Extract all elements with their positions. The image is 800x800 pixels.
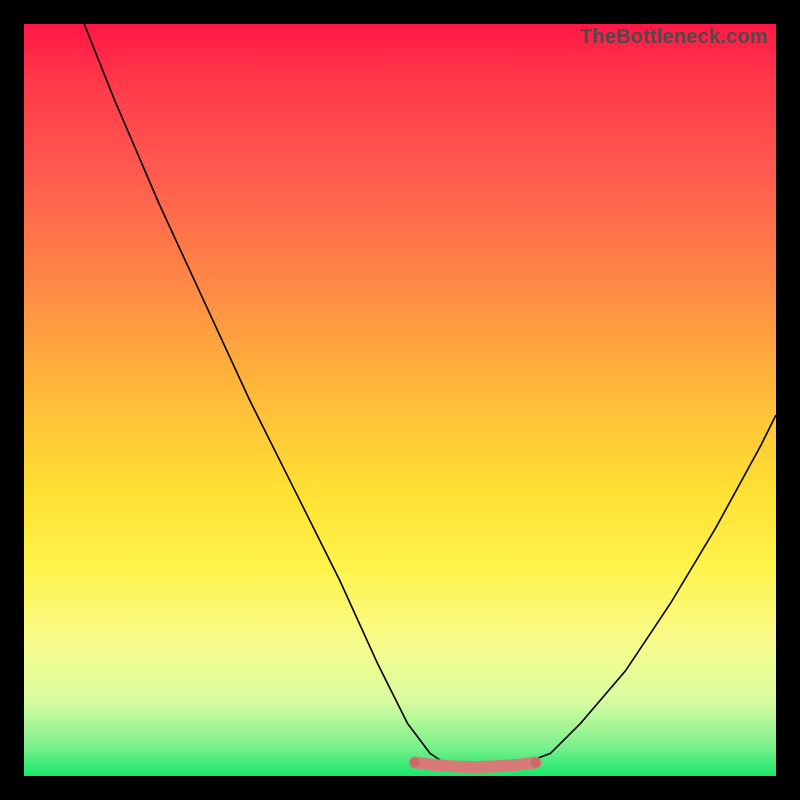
watermark-text: TheBottleneck.com <box>580 26 768 49</box>
chart-frame: TheBottleneck.com <box>24 24 776 776</box>
chart-background-gradient <box>24 24 776 776</box>
